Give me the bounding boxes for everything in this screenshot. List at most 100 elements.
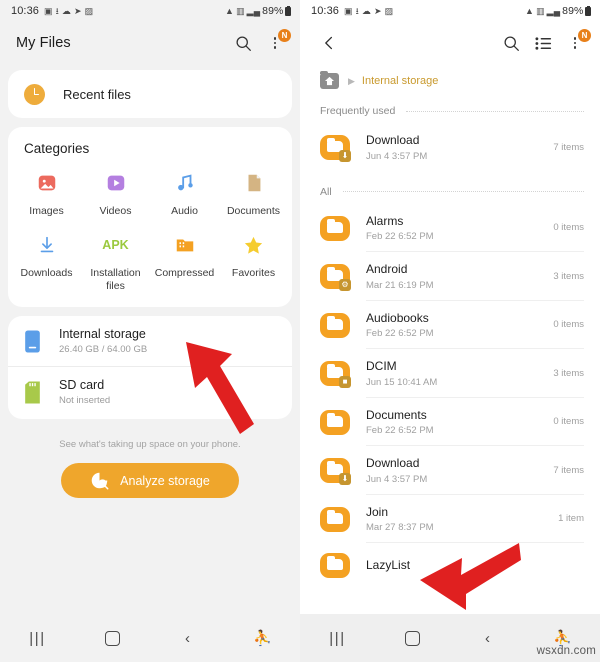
category-videos[interactable]: Videos [81, 168, 150, 218]
camera-badge-icon: ■ [339, 376, 351, 389]
folder-icon [320, 505, 350, 533]
file-date: Feb 22 6:52 PM [366, 425, 434, 436]
nav-bar-right: ||| ‹ ⛹ wsxdn.com [300, 614, 600, 662]
section-title: Frequently used [320, 105, 396, 117]
overflow-menu-icon[interactable]: N [562, 29, 591, 56]
file-count: 1 item [558, 513, 584, 525]
file-date: Feb 22 6:52 PM [366, 328, 434, 339]
file-count: 7 items [553, 464, 584, 476]
file-count: 3 items [553, 270, 584, 282]
nav-home-button[interactable] [375, 630, 450, 646]
recent-files-card[interactable]: Recent files [8, 70, 292, 118]
category-label: Images [29, 205, 64, 217]
storage-subtitle: Not inserted [59, 395, 111, 407]
folder-icon: ■ [320, 359, 351, 389]
category-label: Videos [99, 205, 132, 217]
analyze-storage-label: Analyze storage [120, 473, 210, 488]
file-row[interactable]: ■ DCIM Jun 15 10:41 AM 3 items [300, 349, 600, 398]
battery-percent: 89% [562, 5, 584, 17]
status-badge: N [578, 29, 591, 42]
file-name: Download [366, 133, 420, 147]
storage-name: Internal storage [59, 327, 146, 342]
file-texts: LazyList [366, 558, 584, 572]
nav-home-button[interactable] [75, 630, 150, 646]
section-divider [406, 110, 584, 112]
wifi-icon: ▲ [525, 5, 535, 16]
category-images[interactable]: Images [12, 168, 81, 218]
categories-grid: Images Videos Audio Documents Downloads … [12, 168, 288, 293]
my-files-home-screen: 10:36 ▣ ⭳ ☁ ➤ ▨ ▲ ▥ ▂▄ 89% My Files N Re… [0, 0, 300, 662]
file-row[interactable]: ⚙ Android Mar 21 6:19 PM 3 items [300, 252, 600, 301]
file-date: Mar 21 6:19 PM [366, 279, 434, 291]
folder-icon [320, 408, 350, 436]
back-icon: ‹ [185, 629, 190, 647]
file-date: Jun 4 3:57 PM [366, 473, 428, 485]
storage-item-sdcard[interactable]: SD card Not inserted [8, 366, 292, 417]
file-name: Download [366, 456, 420, 470]
cloud-icon: ☁ [361, 5, 372, 16]
file-row[interactable]: LazyList [300, 543, 600, 589]
nav-recents-button[interactable]: ||| [0, 630, 75, 647]
storage-item-internal[interactable]: Internal storage 26.40 GB / 64.00 GB [8, 316, 292, 366]
file-row[interactable]: Documents Feb 22 6:52 PM 0 items [300, 398, 600, 447]
nav-back-button[interactable]: ‹ [450, 630, 525, 647]
home-icon[interactable] [320, 70, 339, 89]
file-row[interactable]: Join Mar 27 8:37 PM 1 item [300, 495, 600, 544]
category-audio[interactable]: Audio [150, 168, 219, 218]
overflow-menu-icon[interactable]: N [262, 29, 291, 56]
status-bar-left: 10:36 ▣ ⭳ ☁ ➤ ▨ ▲ ▥ ▂▄ 89% [0, 0, 300, 22]
file-row[interactable]: Alarms Feb 22 6:52 PM 0 items [300, 204, 600, 253]
chevron-right-icon: ▶ [348, 75, 355, 86]
audio-icon [174, 168, 196, 198]
storage-name: SD card [59, 378, 105, 393]
file-texts: Download Jun 4 3:57 PM [366, 456, 553, 485]
dual-screenshot: 10:36 ▣ ⭳ ☁ ➤ ▨ ▲ ▥ ▂▄ 89% My Files N Re… [0, 0, 600, 662]
folder-icon [320, 214, 350, 242]
storage-card: Internal storage 26.40 GB / 64.00 GB SD … [8, 316, 292, 420]
telegram-icon: ➤ [74, 5, 82, 16]
zip-folder-icon [174, 230, 196, 260]
download-icon: ⭳ [355, 5, 359, 16]
search-icon[interactable] [498, 30, 524, 56]
file-texts: Audiobooks Feb 22 6:52 PM [366, 311, 553, 340]
status-bar-right: 10:36 ▣ ⭳ ☁ ➤ ▨ ▲ ▥ ▂▄ 89% [300, 0, 600, 22]
storage-subtitle: 26.40 GB / 64.00 GB [59, 344, 148, 356]
kebab-dots [273, 36, 277, 50]
nav-accessibility-button[interactable]: ⛹ [225, 629, 300, 647]
back-icon[interactable] [316, 30, 342, 56]
nav-bar-left: ||| ‹ ⛹ [0, 614, 300, 662]
nav-recents-button[interactable]: ||| [300, 630, 375, 647]
analyze-hint: See what's taking up space on your phone… [59, 439, 241, 451]
category-favorites[interactable]: Favorites [219, 230, 288, 293]
status-badge: N [278, 29, 291, 42]
recent-files-label: Recent files [63, 86, 131, 102]
file-name: Audiobooks [366, 310, 429, 325]
category-compressed[interactable]: Compressed [150, 230, 219, 293]
star-icon [242, 230, 265, 260]
file-row[interactable]: Audiobooks Feb 22 6:52 PM 0 items [300, 301, 600, 350]
file-row[interactable]: ⬇ Download Jun 4 3:57 PM 7 items [300, 446, 600, 495]
status-system-icons: ▲ ▥ ▂▄ [525, 5, 561, 16]
file-row[interactable]: ⬇ Download Jun 4 3:57 PM 7 items [300, 123, 600, 172]
breadcrumb-path[interactable]: Internal storage [362, 75, 438, 87]
vowifi-icon: ▥ [536, 5, 545, 16]
document-icon [243, 168, 265, 198]
search-icon[interactable] [230, 30, 256, 56]
category-label: Downloads [20, 267, 73, 280]
category-documents[interactable]: Documents [219, 168, 288, 218]
category-downloads[interactable]: Downloads [12, 230, 81, 293]
folder-icon [320, 551, 350, 579]
category-installation-files[interactable]: APK Installation files [81, 230, 150, 293]
app-bar-left: My Files N [0, 22, 300, 64]
file-texts: Alarms Feb 22 6:52 PM [366, 214, 553, 243]
section-header-all: All [300, 180, 600, 204]
analyze-storage-button[interactable]: Analyze storage [61, 463, 239, 499]
list-view-icon[interactable] [530, 30, 556, 56]
section-divider [342, 191, 584, 192]
image-icon: ▨ [384, 5, 394, 16]
nav-back-button[interactable]: ‹ [150, 630, 225, 647]
signal-icon: ▂▄ [546, 5, 561, 16]
message-icon: ▣ [44, 5, 53, 16]
file-count: 0 items [553, 319, 584, 331]
file-name: Alarms [366, 213, 404, 228]
